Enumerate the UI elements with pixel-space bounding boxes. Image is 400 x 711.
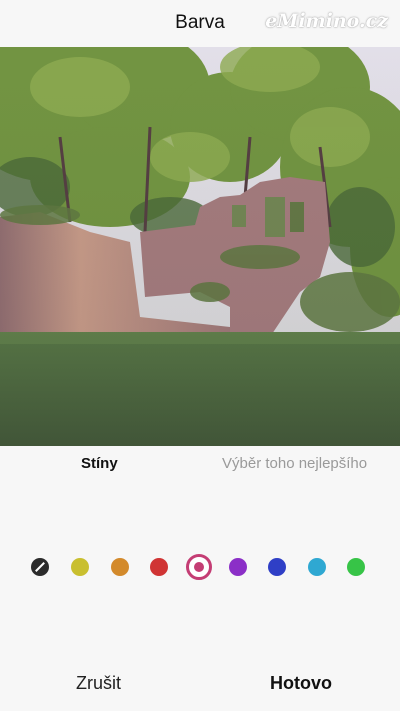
tab-shadows[interactable]: Stíny (81, 455, 118, 472)
swatch-pink-selected[interactable] (186, 554, 212, 580)
done-button[interactable]: Hotovo (270, 673, 332, 694)
swatch-red[interactable] (150, 558, 168, 576)
watermark-logo: eMimino.cz (265, 10, 388, 32)
swatch-orange[interactable] (111, 558, 129, 576)
tab-highlights[interactable]: Výběr toho nejlepšího (222, 455, 367, 472)
swatch-blue[interactable] (268, 558, 286, 576)
adjust-tabs: Stíny Výběr toho nejlepšího (0, 446, 400, 486)
swatch-purple[interactable] (229, 558, 247, 576)
swatch-green[interactable] (347, 558, 365, 576)
footer-bar: Zrušit Hotovo (0, 660, 400, 710)
swatch-yellow[interactable] (71, 558, 89, 576)
swatch-cyan[interactable] (308, 558, 326, 576)
cancel-button[interactable]: Zrušit (76, 673, 121, 694)
header-bar: Barva eMimino.cz (0, 0, 400, 47)
photo-preview (0, 47, 400, 446)
ruins-photo-image (0, 47, 400, 446)
swatch-none-icon[interactable] (31, 558, 49, 576)
color-swatch-row (0, 548, 400, 586)
